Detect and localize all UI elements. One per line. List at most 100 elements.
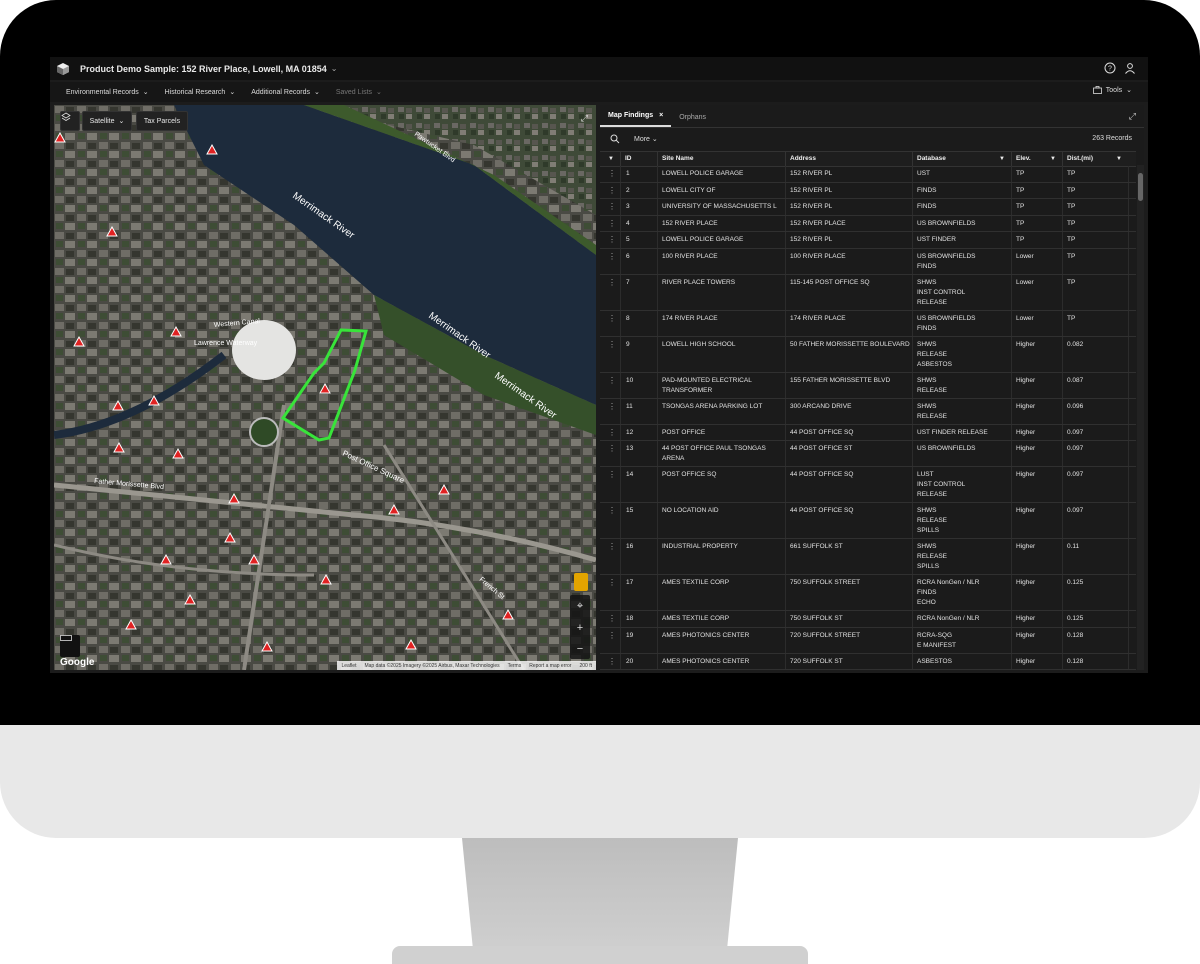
map-attribution: Leaflet Map data ©2025 Imagery ©2025 Air… xyxy=(337,661,596,670)
row-menu-icon[interactable]: ⋮ xyxy=(608,278,616,287)
col-elev[interactable]: Elev. ▼ xyxy=(1011,152,1062,166)
nav-additional-records[interactable]: Additional Records ⌄ xyxy=(251,88,320,97)
cell-address: 44 POST OFFICE SQ xyxy=(790,507,854,514)
leaflet-link[interactable]: Leaflet xyxy=(341,663,356,669)
cell-database: US BROWNFIELDS FINDS xyxy=(917,252,976,270)
row-menu-icon[interactable]: ⋮ xyxy=(608,314,616,323)
table-row[interactable]: ⋮ 10 PAD-MOUNTED ELECTRICAL TRANSFORMER 155… xyxy=(600,373,1136,399)
row-menu-icon[interactable]: ⋮ xyxy=(608,402,616,411)
caret-down-icon[interactable]: ▼ xyxy=(1050,152,1056,166)
table-row[interactable]: ⋮ 18 AMES TEXTILE CORP 750 SUFFOLK ST RCRA N… xyxy=(600,611,1136,628)
col-database[interactable]: Database ▼ xyxy=(912,152,1011,166)
chevron-down-icon: ⌄ xyxy=(229,89,236,96)
table-row[interactable]: ⋮ 9 LOWELL HIGH SCHOOL 50 FATHER MORISSETTE… xyxy=(600,337,1136,373)
table-row[interactable]: ⋮ 20 AMES PHOTONICS CENTER 720 SUFFOLK ST AS… xyxy=(600,654,1136,670)
table-row[interactable]: ⋮ 14 POST OFFICE SQ 44 POST OFFICE SQ LUST I… xyxy=(600,467,1136,503)
row-menu-icon[interactable]: ⋮ xyxy=(608,578,616,587)
caret-down-icon[interactable]: ▼ xyxy=(999,152,1005,166)
row-menu-icon[interactable]: ⋮ xyxy=(608,169,616,178)
cell-elev: TP xyxy=(1016,170,1025,177)
street-view-icon[interactable] xyxy=(574,573,588,591)
col-site-name[interactable]: Site Name xyxy=(657,152,785,166)
col-id[interactable]: ID xyxy=(620,152,657,166)
cell-site: RIVER PLACE TOWERS xyxy=(662,278,736,286)
table-row[interactable]: ⋮ 2 LOWELL CITY OF 152 RIVER PL FINDS TP TP xyxy=(600,183,1136,199)
table-row[interactable]: ⋮ 1 LOWELL POLICE GARAGE 152 RIVER PL UST TP T… xyxy=(600,166,1136,183)
nav-historical-research[interactable]: Historical Research ⌄ xyxy=(165,88,236,97)
measure-icon[interactable] xyxy=(60,635,80,657)
zoom-in-button[interactable]: + xyxy=(577,622,583,634)
table-row[interactable]: ⋮ 6 100 RIVER PLACE 100 RIVER PLACE US BROWN… xyxy=(600,249,1136,275)
table-row[interactable]: ⋮ 5 LOWELL POLICE GARAGE 152 RIVER PL UST FI… xyxy=(600,232,1136,249)
table-row[interactable]: ⋮ 4 152 RIVER PLACE 152 RIVER PLACE US BROWN… xyxy=(600,216,1136,232)
tab-orphans[interactable]: Orphans xyxy=(671,114,714,127)
user-icon[interactable] xyxy=(1124,62,1136,74)
table-row[interactable]: ⋮ 11 TSONGAS ARENA PARKING LOT 300 ARCAND D… xyxy=(600,399,1136,425)
tax-parcels-label: Tax Parcels xyxy=(143,117,181,125)
table-row[interactable]: ⋮ 12 POST OFFICE 44 POST OFFICE SQ UST FINDE… xyxy=(600,425,1136,441)
cell-dist: 0.097 xyxy=(1067,471,1084,478)
row-menu-icon[interactable]: ⋮ xyxy=(608,235,616,244)
google-logo: Google xyxy=(60,657,95,668)
layers-button[interactable] xyxy=(60,111,80,131)
cell-database: FINDS xyxy=(917,203,937,210)
caret-down-icon[interactable]: ▼ xyxy=(1116,152,1122,166)
search-icon[interactable] xyxy=(610,134,620,144)
row-menu-icon[interactable]: ⋮ xyxy=(608,657,616,666)
table-row[interactable]: ⋮ 15 NO LOCATION AID 44 POST OFFICE SQ SHWS … xyxy=(600,503,1136,539)
table-scrollbar[interactable] xyxy=(1137,165,1144,670)
tax-parcels-button[interactable]: Tax Parcels xyxy=(136,111,188,131)
cell-elev: TP xyxy=(1016,186,1025,194)
col-address[interactable]: Address xyxy=(785,152,912,166)
nav-environmental-records[interactable]: Environmental Records ⌄ xyxy=(66,88,149,97)
close-icon[interactable]: × xyxy=(659,112,663,119)
zoom-out-button[interactable]: − xyxy=(577,643,583,655)
row-menu-icon[interactable]: ⋮ xyxy=(608,202,616,211)
row-menu-icon[interactable]: ⋮ xyxy=(608,444,616,453)
row-menu-icon[interactable]: ⋮ xyxy=(608,470,616,479)
report-error-link[interactable]: Report a map error xyxy=(529,663,571,669)
more-menu[interactable]: More ⌄ xyxy=(634,135,658,143)
row-menu-icon[interactable]: ⋮ xyxy=(608,186,616,195)
tools-menu[interactable]: Tools ⌄ xyxy=(1092,86,1132,94)
row-menu-icon[interactable]: ⋮ xyxy=(608,614,616,623)
row-menu-icon[interactable]: ⋮ xyxy=(608,428,616,437)
map-expand-icon[interactable]: ⤢ xyxy=(581,113,588,124)
col-dist[interactable]: Dist.(mi) ▼ xyxy=(1062,152,1128,166)
table-row[interactable]: ⋮ 16 INDUSTRIAL PROPERTY 661 SUFFOLK ST SHWS… xyxy=(600,539,1136,575)
cell-site: 174 RIVER PLACE xyxy=(662,314,718,322)
table-row[interactable]: ⋮ 8 174 RIVER PLACE 174 RIVER PLACE US BROWN… xyxy=(600,311,1136,337)
row-menu-icon[interactable]: ⋮ xyxy=(608,631,616,640)
table-row[interactable]: ⋮ 3 UNIVERSITY OF MASSACHUSETTS L 152 RIVER… xyxy=(600,199,1136,216)
table-row[interactable]: ⋮ 7 RIVER PLACE TOWERS 115-145 POST OFFICE … xyxy=(600,275,1136,311)
map-view[interactable]: Merrimack River Merrimack River Merrimac… xyxy=(54,105,596,670)
row-menu-icon[interactable]: ⋮ xyxy=(608,219,616,228)
row-menu-icon[interactable]: ⋮ xyxy=(608,542,616,551)
row-menu-icon[interactable]: ⋮ xyxy=(608,340,616,349)
cell-database: RCRA NonGen / NLR FINDS ECHO xyxy=(917,579,980,606)
cell-dist: TP xyxy=(1067,219,1076,227)
project-title[interactable]: Product Demo Sample: 152 River Place, Lo… xyxy=(80,64,327,74)
locate-icon[interactable]: ⌖ xyxy=(577,600,583,613)
cell-elev: TP xyxy=(1016,236,1025,243)
terms-link[interactable]: Terms xyxy=(508,663,522,669)
row-menu-icon[interactable]: ⋮ xyxy=(608,376,616,385)
scrollbar-thumb[interactable] xyxy=(1138,173,1143,201)
table-row[interactable]: ⋮ 17 AMES TEXTILE CORP 750 SUFFOLK STREET RC… xyxy=(600,575,1136,611)
cell-address: 152 RIVER PLACE xyxy=(790,219,846,227)
row-menu-icon[interactable]: ⋮ xyxy=(608,252,616,261)
table-row[interactable]: ⋮ 13 44 POST OFFICE PAUL TSONGAS ARENA 44 P… xyxy=(600,441,1136,467)
cell-id: 10 xyxy=(626,376,634,384)
chevron-down-icon[interactable]: ⌄ xyxy=(331,64,338,73)
tab-map-findings[interactable]: Map Findings × xyxy=(600,112,672,127)
table-row[interactable]: ⋮ 19 AMES PHOTONICS CENTER 720 SUFFOLK STRE… xyxy=(600,628,1136,654)
expand-all-header[interactable]: ▼ xyxy=(600,152,620,166)
cell-address: 152 RIVER PL xyxy=(790,170,833,177)
cell-address: 750 SUFFOLK ST xyxy=(790,615,843,622)
nav-saved-lists[interactable]: Saved Lists ⌄ xyxy=(336,88,382,97)
panel-expand-icon[interactable]: ⤢ xyxy=(1129,111,1136,122)
cell-site: LOWELL HIGH SCHOOL xyxy=(662,340,736,348)
help-icon[interactable]: ? xyxy=(1104,62,1116,74)
basemap-select[interactable]: Satellite ⌄ xyxy=(82,111,132,131)
row-menu-icon[interactable]: ⋮ xyxy=(608,506,616,515)
